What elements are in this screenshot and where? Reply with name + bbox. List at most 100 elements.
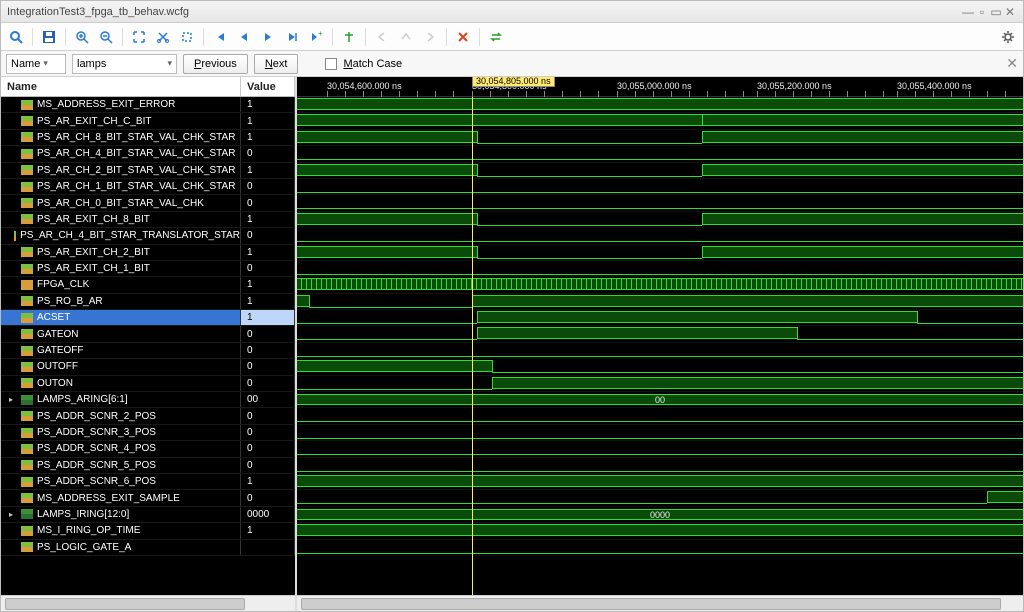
step-add-icon[interactable]: +	[305, 26, 327, 48]
signal-list[interactable]: MS_ADDRESS_EXIT_ERROR1PS_AR_EXIT_CH_C_BI…	[1, 97, 295, 595]
waveform-area[interactable]: 000000	[297, 97, 1023, 595]
wave-row[interactable]	[297, 195, 1023, 211]
wave-row[interactable]: 0000	[297, 507, 1023, 523]
bit-icon	[21, 296, 33, 306]
cursor-marker[interactable]: 30,054,805.000 ns	[472, 77, 555, 87]
move-up-icon[interactable]	[395, 26, 417, 48]
maximize-icon[interactable]: ▭	[989, 5, 1003, 19]
skip-prev-icon[interactable]	[233, 26, 255, 48]
signal-row[interactable]: PS_AR_EXIT_CH_C_BIT1	[1, 113, 295, 129]
wave-row[interactable]	[297, 277, 1023, 293]
cut-icon[interactable]	[152, 26, 174, 48]
signal-row[interactable]: PS_ADDR_SCNR_2_POS0	[1, 408, 295, 424]
signal-row[interactable]: OUTON0	[1, 376, 295, 392]
zoom-out-icon[interactable]	[95, 26, 117, 48]
signal-row[interactable]: FPGA_CLK1	[1, 277, 295, 293]
wave-row[interactable]	[297, 540, 1023, 556]
zoom-fit-icon[interactable]	[128, 26, 150, 48]
add-marker-icon[interactable]	[338, 26, 360, 48]
signal-row[interactable]: OUTOFF0	[1, 359, 295, 375]
expand-icon[interactable]: ▸	[9, 510, 17, 519]
wave-row[interactable]	[297, 441, 1023, 457]
signal-row[interactable]: PS_AR_CH_1_BIT_STAR_VAL_CHK_STAR0	[1, 179, 295, 195]
matchcase-checkbox[interactable]	[325, 58, 337, 70]
signal-row[interactable]: PS_RO_B_AR1	[1, 294, 295, 310]
signal-row[interactable]: PS_AR_EXIT_CH_2_BIT1	[1, 245, 295, 261]
delete-icon[interactable]	[452, 26, 474, 48]
wave-row[interactable]	[297, 97, 1023, 113]
signal-row[interactable]: GATEOFF0	[1, 343, 295, 359]
wave-row[interactable]	[297, 474, 1023, 490]
signal-row[interactable]: GATEON0	[1, 326, 295, 342]
next-button[interactable]: Next	[254, 54, 299, 74]
signal-name: PS_AR_CH_0_BIT_STAR_VAL_CHK	[37, 198, 204, 209]
search-input[interactable]: lamps ▾	[72, 54, 177, 74]
column-name-header[interactable]: Name	[1, 77, 241, 96]
signal-row[interactable]: PS_AR_CH_8_BIT_STAR_VAL_CHK_STAR1	[1, 130, 295, 146]
wave-row[interactable]	[297, 212, 1023, 228]
wave-row[interactable]	[297, 376, 1023, 392]
signal-row[interactable]: ACSET1	[1, 310, 295, 326]
skip-first-icon[interactable]	[209, 26, 231, 48]
signal-row[interactable]: PS_ADDR_SCNR_3_POS0	[1, 425, 295, 441]
signal-row[interactable]: MS_ADDRESS_EXIT_ERROR1	[1, 97, 295, 113]
search-scope-select[interactable]: Name ▾	[6, 54, 66, 74]
expand-icon[interactable]: ▸	[9, 395, 17, 404]
wave-row[interactable]	[297, 294, 1023, 310]
signal-row[interactable]: PS_AR_CH_4_BIT_STAR_TRANSLATOR_STAR0	[1, 228, 295, 244]
wave-row[interactable]	[297, 146, 1023, 162]
wave-row[interactable]	[297, 163, 1023, 179]
signal-row[interactable]: PS_LOGIC_GATE_A	[1, 540, 295, 556]
wave-row[interactable]	[297, 359, 1023, 375]
search-icon[interactable]	[5, 26, 27, 48]
wave-row[interactable]	[297, 179, 1023, 195]
wave-row[interactable]	[297, 523, 1023, 539]
move-right-icon[interactable]	[419, 26, 441, 48]
wave-row[interactable]	[297, 343, 1023, 359]
restore-icon[interactable]: ▫	[975, 5, 989, 19]
skip-next-icon[interactable]	[257, 26, 279, 48]
move-left-icon[interactable]	[371, 26, 393, 48]
wave-row[interactable]	[297, 326, 1023, 342]
waveform-panel[interactable]: 30,054,805.000 ns 30,054,600.000 ns30,05…	[297, 77, 1023, 611]
close-search-icon[interactable]: ✕	[1006, 55, 1018, 72]
wave-row[interactable]	[297, 458, 1023, 474]
signal-row[interactable]: PS_AR_CH_4_BIT_STAR_VAL_CHK_STAR0	[1, 146, 295, 162]
signal-row[interactable]: MS_ADDRESS_EXIT_SAMPLE0	[1, 490, 295, 506]
signal-row[interactable]: PS_AR_EXIT_CH_1_BIT0	[1, 261, 295, 277]
step-icon[interactable]	[281, 26, 303, 48]
wave-scrollbar[interactable]	[297, 595, 1023, 611]
wave-row[interactable]	[297, 425, 1023, 441]
wave-row[interactable]	[297, 245, 1023, 261]
save-icon[interactable]	[38, 26, 60, 48]
signal-row[interactable]: ▸LAMPS_IRING[12:0]0000	[1, 507, 295, 523]
wave-row[interactable]	[297, 490, 1023, 506]
bit-icon	[21, 493, 33, 503]
signal-row[interactable]: MS_I_RING_OP_TIME1	[1, 523, 295, 539]
signal-row[interactable]: PS_ADDR_SCNR_4_POS0	[1, 441, 295, 457]
signal-row[interactable]: PS_AR_CH_2_BIT_STAR_VAL_CHK_STAR1	[1, 163, 295, 179]
signal-row[interactable]: PS_ADDR_SCNR_5_POS0	[1, 458, 295, 474]
signal-row[interactable]: PS_AR_EXIT_CH_8_BIT1	[1, 212, 295, 228]
minimize-icon[interactable]: —	[961, 5, 975, 19]
signal-row[interactable]: PS_ADDR_SCNR_6_POS1	[1, 474, 295, 490]
time-ruler[interactable]: 30,054,805.000 ns 30,054,600.000 ns30,05…	[297, 77, 1023, 97]
close-icon[interactable]: ✕	[1003, 5, 1017, 19]
wave-row[interactable]	[297, 408, 1023, 424]
wave-row[interactable]: 00	[297, 392, 1023, 408]
zoom-in-icon[interactable]	[71, 26, 93, 48]
trim-icon[interactable]	[176, 26, 198, 48]
column-value-header[interactable]: Value	[241, 77, 295, 96]
gear-icon[interactable]	[997, 26, 1019, 48]
cursor-line[interactable]	[472, 97, 473, 595]
wave-row[interactable]	[297, 130, 1023, 146]
left-scrollbar[interactable]	[1, 595, 295, 611]
signal-row[interactable]: ▸LAMPS_ARING[6:1]00	[1, 392, 295, 408]
swap-icon[interactable]	[485, 26, 507, 48]
wave-row[interactable]	[297, 228, 1023, 244]
wave-row[interactable]	[297, 261, 1023, 277]
wave-row[interactable]	[297, 113, 1023, 129]
previous-button[interactable]: Previous	[183, 54, 248, 74]
wave-row[interactable]	[297, 310, 1023, 326]
signal-row[interactable]: PS_AR_CH_0_BIT_STAR_VAL_CHK0	[1, 195, 295, 211]
